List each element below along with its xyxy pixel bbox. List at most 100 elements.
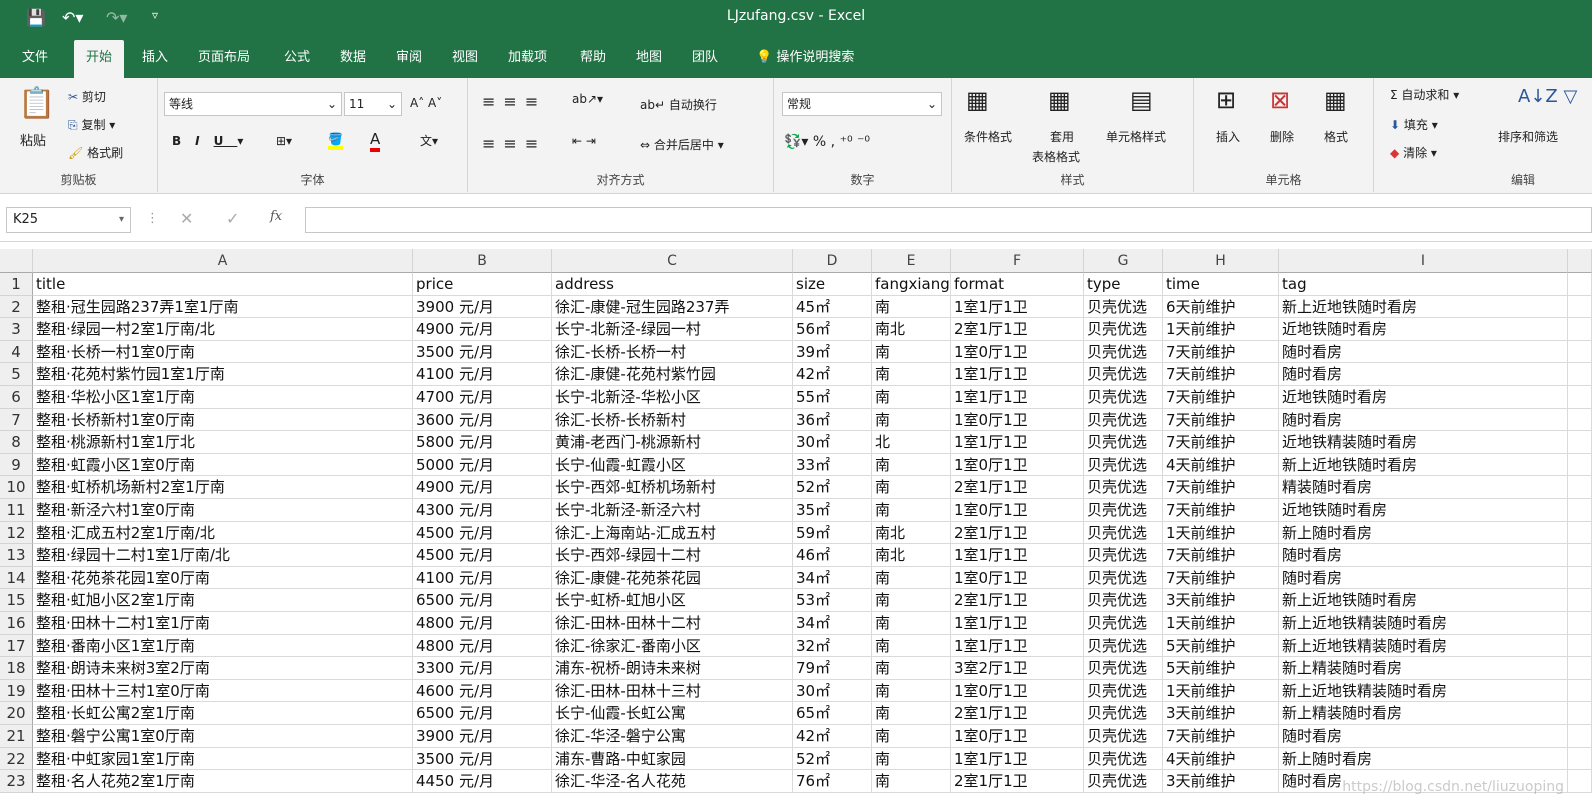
cell[interactable]: 1室0厅1卫 [951,453,1084,477]
cell[interactable]: 贝壳优选 [1084,295,1163,319]
column-header-A[interactable]: A [33,249,413,273]
cell[interactable]: 贝壳优选 [1084,431,1163,454]
cell[interactable]: 随时看房 [1279,566,1568,590]
column-header-F[interactable]: F [951,249,1084,273]
cell[interactable]: 56㎡ [793,318,872,341]
row-header[interactable]: 7 [0,408,33,432]
row-header[interactable]: 6 [0,386,33,409]
cell[interactable]: 贝壳优选 [1084,679,1163,703]
cell[interactable]: 贝壳优选 [1084,612,1163,635]
row-header[interactable]: 21 [0,725,33,748]
cell[interactable]: 3天前维护 [1163,702,1279,725]
cell[interactable]: 4900 元/月 [413,476,552,499]
cell[interactable]: 1室0厅1卫 [951,679,1084,703]
tab-6[interactable]: 审阅 [384,40,434,78]
cell[interactable]: 新上随时看房 [1279,521,1568,545]
cell[interactable]: 贝壳优选 [1084,544,1163,567]
cell[interactable]: 黄浦-老西门-桃源新村 [552,431,793,454]
indent-icons[interactable]: ⇤ ⇥ [572,134,596,148]
cell[interactable]: 1天前维护 [1163,318,1279,341]
cell[interactable]: 1天前维护 [1163,521,1279,545]
cell[interactable]: 新上近地铁精装随时看房 [1279,612,1568,635]
format-painter-button[interactable]: 🖌 格式刷 [68,144,123,161]
fill-color-icon[interactable]: 🪣 [328,132,343,150]
cell[interactable]: 7天前维护 [1163,431,1279,454]
cell[interactable] [1568,612,1592,635]
cell[interactable]: 贝壳优选 [1084,770,1163,793]
header-cell[interactable]: tag [1279,273,1568,296]
fill-button[interactable]: ⬇ 填充 ▾ [1390,116,1438,133]
cell[interactable]: 新上近地铁随时看房 [1279,453,1568,477]
cell[interactable]: 徐汇-长桥-长桥一村 [552,340,793,364]
cell[interactable]: 整租·朗诗未来树3室2厅南 [33,657,413,680]
cell[interactable] [1568,657,1592,680]
cell[interactable]: 7天前维护 [1163,544,1279,567]
cell[interactable]: 南 [872,476,951,499]
table-format-line2[interactable]: 表格格式 [1032,148,1080,165]
cell[interactable]: 新上近地铁精装随时看房 [1279,679,1568,703]
cell[interactable]: 随时看房 [1279,544,1568,567]
cell[interactable]: 4600 元/月 [413,679,552,703]
cell[interactable]: 近地铁精装随时看房 [1279,431,1568,454]
cell[interactable]: 53㎡ [793,589,872,612]
cell[interactable]: 52㎡ [793,476,872,499]
cell[interactable] [1568,340,1592,364]
cell[interactable] [1568,589,1592,612]
cell[interactable]: 徐汇-长桥-长桥新村 [552,408,793,432]
row-header[interactable]: 10 [0,476,33,499]
cell[interactable]: 3天前维护 [1163,589,1279,612]
cell[interactable]: 徐汇-田林-田林十三村 [552,679,793,703]
cell[interactable]: 4100 元/月 [413,363,552,386]
cell[interactable]: 1天前维护 [1163,612,1279,635]
cell[interactable]: 贝壳优选 [1084,499,1163,522]
cell[interactable]: 34㎡ [793,566,872,590]
row-header[interactable]: 16 [0,612,33,635]
cell[interactable]: 2室1厅1卫 [951,476,1084,499]
cell[interactable] [1568,453,1592,477]
column-header-E[interactable]: E [872,249,951,273]
cell[interactable]: 贝壳优选 [1084,340,1163,364]
cell[interactable]: 1室1厅1卫 [951,431,1084,454]
cell[interactable]: 5天前维护 [1163,657,1279,680]
cell[interactable]: 5000 元/月 [413,453,552,477]
tab-5[interactable]: 数据 [328,40,378,78]
delete-cells-icon[interactable]: ⊠ [1270,86,1290,114]
cell[interactable]: 4450 元/月 [413,770,552,793]
cell-styles-button[interactable]: 单元格样式 [1106,128,1166,145]
cell[interactable]: 整租·虹桥机场新村2室1厅南 [33,476,413,499]
cell[interactable]: 整租·华松小区1室1厅南 [33,386,413,409]
cell[interactable]: 南 [872,725,951,748]
cell[interactable]: 42㎡ [793,725,872,748]
formula-input[interactable] [305,207,1592,233]
row-header[interactable]: 15 [0,589,33,612]
cell[interactable]: 整租·名人花苑2室1厅南 [33,770,413,793]
cell[interactable]: 贝壳优选 [1084,702,1163,725]
cell[interactable]: 1天前维护 [1163,679,1279,703]
row-header[interactable]: 4 [0,340,33,364]
grow-font-icon[interactable]: A˄ A˅ [410,96,442,110]
cell[interactable]: 4500 元/月 [413,544,552,567]
cell[interactable]: 2室1厅1卫 [951,702,1084,725]
cell[interactable]: 长宁-北新泾-华松小区 [552,386,793,409]
tab-9[interactable]: 帮助 [568,40,618,78]
cell[interactable] [1568,679,1592,703]
cell[interactable]: 整租·长虹公寓2室1厅南 [33,702,413,725]
cell[interactable]: 近地铁随时看房 [1279,318,1568,341]
cell[interactable]: 39㎡ [793,340,872,364]
cell[interactable]: 4900 元/月 [413,318,552,341]
cell[interactable] [1568,408,1592,432]
cell[interactable]: 6天前维护 [1163,295,1279,319]
cell[interactable]: 3900 元/月 [413,725,552,748]
cell[interactable]: 贝壳优选 [1084,521,1163,545]
cell[interactable]: 5800 元/月 [413,431,552,454]
row-header[interactable]: 2 [0,295,33,319]
cell[interactable]: 65㎡ [793,702,872,725]
cell[interactable]: 1室0厅1卫 [951,340,1084,364]
cell[interactable]: 整租·磐宁公寓1室0厅南 [33,725,413,748]
copy-button[interactable]: ⎘ 复制 ▾ [68,116,115,133]
conditional-format-button[interactable]: 条件格式 [964,128,1012,145]
border-icon[interactable]: ⊞▾ [276,134,292,148]
orientation-icon[interactable]: ab↗▾ [572,92,603,106]
cell[interactable]: 1室1厅1卫 [951,386,1084,409]
horizontal-align-icons[interactable]: ≡≡≡ [482,134,546,153]
